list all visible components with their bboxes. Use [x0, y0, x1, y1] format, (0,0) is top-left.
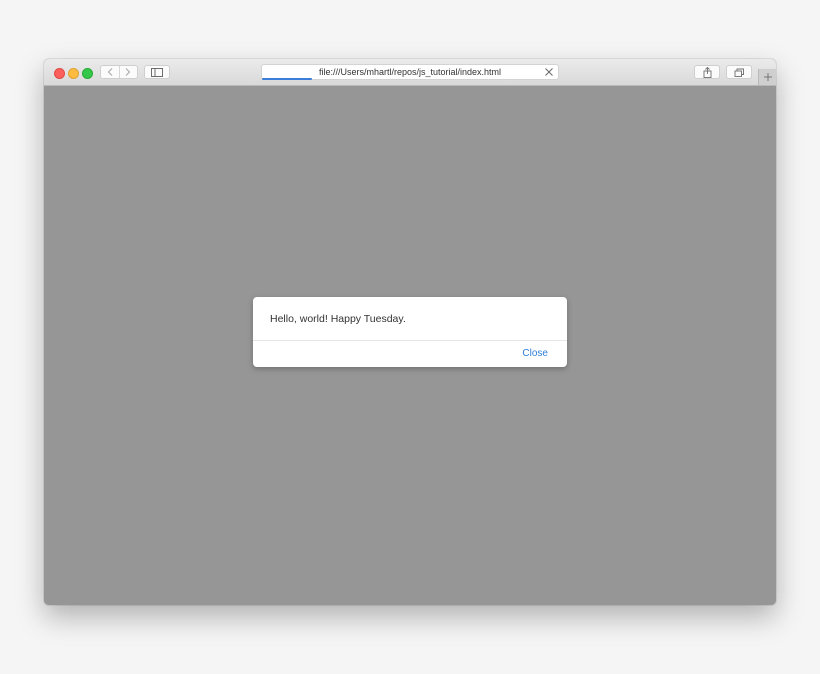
close-button[interactable]: Close: [522, 348, 548, 359]
dialog-divider: [253, 340, 567, 341]
sidebar-icon: [151, 67, 163, 77]
browser-toolbar: file:///Users/mhartl/repos/js_tutorial/i…: [44, 59, 776, 86]
alert-dialog: Hello, world! Happy Tuesday. Close: [253, 297, 567, 367]
tabs-overview-icon: [734, 68, 744, 77]
stop-icon[interactable]: [544, 67, 554, 77]
plus-icon: [764, 73, 772, 81]
tab-overview-button[interactable]: [726, 65, 752, 79]
new-tab-button[interactable]: [758, 69, 776, 85]
back-button[interactable]: [101, 66, 119, 78]
share-button[interactable]: [694, 65, 720, 79]
share-icon: [703, 66, 711, 78]
url-text: file:///Users/mhartl/repos/js_tutorial/i…: [318, 67, 502, 77]
back-chevron-icon: [107, 68, 113, 76]
sidebar-toggle-button[interactable]: [144, 65, 170, 79]
close-window-button[interactable]: [54, 68, 65, 79]
alert-message: Hello, world! Happy Tuesday.: [270, 313, 406, 325]
forward-button[interactable]: [118, 66, 138, 78]
browser-window: file:///Users/mhartl/repos/js_tutorial/i…: [44, 59, 776, 605]
minimize-window-button[interactable]: [68, 68, 79, 79]
address-bar[interactable]: file:///Users/mhartl/repos/js_tutorial/i…: [261, 64, 559, 80]
forward-chevron-icon: [125, 68, 131, 76]
load-progress-bar: [262, 78, 313, 80]
zoom-window-button[interactable]: [82, 68, 93, 79]
page-content: Hello, world! Happy Tuesday. Close: [44, 86, 776, 605]
nav-buttons: [100, 65, 138, 79]
